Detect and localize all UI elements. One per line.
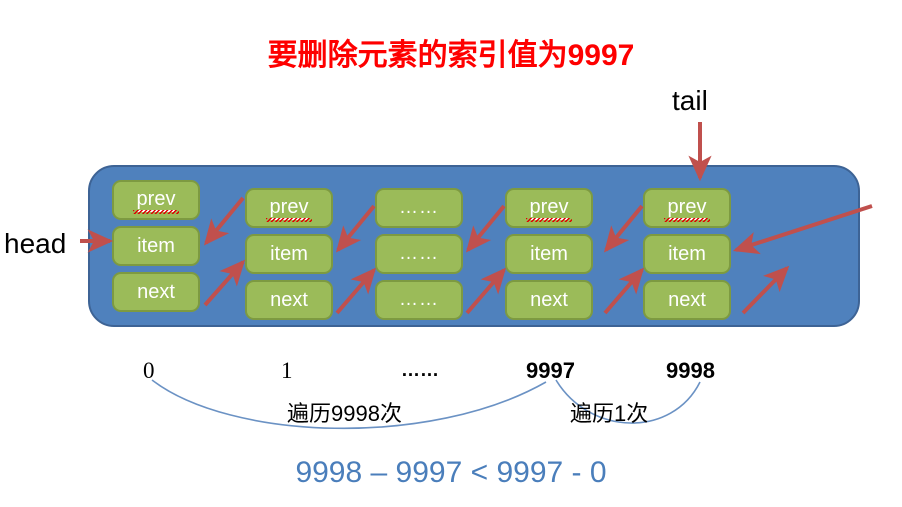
node-ellipsis-item-cell: …… xyxy=(375,234,463,274)
node-ellipsis-next-cell: …… xyxy=(375,280,463,320)
list-node-1: prev item next xyxy=(245,188,333,326)
head-pointer-label: head xyxy=(4,228,67,259)
list-node-ellipsis: …… …… …… xyxy=(375,188,463,326)
node-9998-prev-cell: prev xyxy=(643,188,731,228)
node-9997-prev-cell: prev xyxy=(505,188,593,228)
node-9998-next-cell: next xyxy=(643,280,731,320)
list-node-9997: prev item next xyxy=(505,188,593,326)
index-label-9998: 9998 xyxy=(666,358,715,383)
index-label-1: 1 xyxy=(281,358,293,383)
node-ellipsis-prev-cell: …… xyxy=(375,188,463,228)
linked-list-container xyxy=(88,165,860,327)
node-9997-item-cell: item xyxy=(505,234,593,274)
list-node-9998: prev item next xyxy=(643,188,731,326)
node-9998-item-cell: item xyxy=(643,234,731,274)
list-node-0: prev item next xyxy=(112,180,200,318)
node-1-prev-cell: prev xyxy=(245,188,333,228)
node-9997-next-cell: next xyxy=(505,280,593,320)
comparison-formula: 9998 – 9997 < 9997 - 0 xyxy=(295,456,607,489)
index-label-0: 0 xyxy=(143,358,155,383)
tail-pointer-label: tail xyxy=(672,85,708,116)
brace-left-caption: 遍历9998次 xyxy=(287,401,402,426)
diagram-canvas: 要删除元素的索引值为9997 head tail null prev item … xyxy=(0,0,902,507)
node-0-next-cell: next xyxy=(112,272,200,312)
node-1-next-cell: next xyxy=(245,280,333,320)
node-1-item-cell: item xyxy=(245,234,333,274)
node-0-item-cell: item xyxy=(112,226,200,266)
brace-right-caption: 遍历1次 xyxy=(570,401,649,426)
diagram-title: 要删除元素的索引值为9997 xyxy=(267,39,635,72)
index-label-9997: 9997 xyxy=(526,358,575,383)
index-label-ellipsis: …… xyxy=(401,360,439,381)
node-0-prev-cell: prev xyxy=(112,180,200,220)
